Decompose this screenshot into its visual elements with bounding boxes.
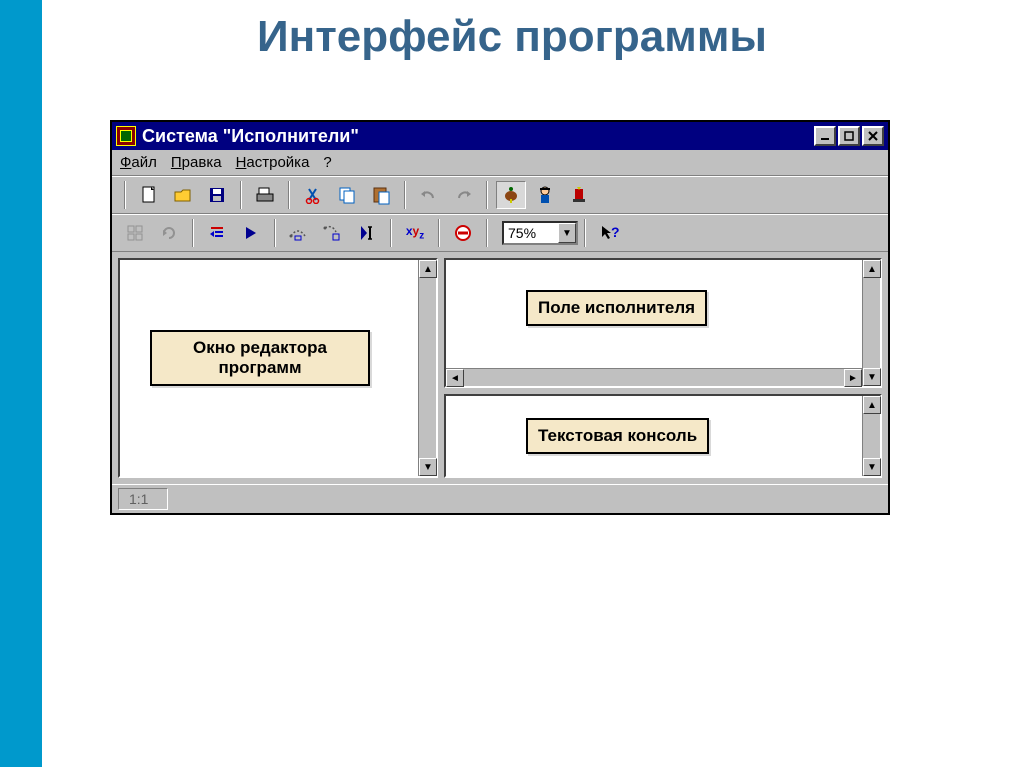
toolbar-separator [438,219,440,247]
robot-icon [535,185,555,205]
statusbar: 1:1 [112,484,888,513]
runto-cursor-button[interactable] [352,219,382,247]
toolbar-2: xyz ▼ ? [112,214,888,252]
menu-edit[interactable]: Правка [171,154,222,171]
stepover-button[interactable] [284,219,314,247]
toolbar-separator [390,219,392,247]
redo-icon [453,188,473,202]
scroll-up-button[interactable]: ▲ [419,260,437,278]
cut-button[interactable] [298,181,328,209]
save-icon [208,186,226,204]
save-button[interactable] [202,181,232,209]
executor-drafter-button[interactable] [564,181,594,209]
slide-accent [0,0,42,767]
field-vscrollbar[interactable]: ▲ ▼ [862,260,880,386]
console-pane[interactable]: ▲ ▼ Текстовая консоль [444,394,882,478]
paste-icon [371,185,391,205]
copy-button[interactable] [332,181,362,209]
help-pointer-button[interactable]: ? [594,219,624,247]
menu-file[interactable]: Файл [120,154,157,171]
window-title: Система "Исполнители" [142,126,359,147]
stepover-icon [288,224,310,242]
titlebar: Система "Исполнители" [112,122,888,150]
open-button[interactable] [168,181,198,209]
field-hscrollbar[interactable]: ◄ ► [446,368,862,386]
menu-setup[interactable]: Настройка [236,154,310,171]
toolbar-1 [112,176,888,214]
grid-button[interactable] [120,219,150,247]
new-icon [140,185,158,205]
svg-text:?: ? [611,224,619,240]
toolbar-separator [584,219,586,247]
refresh-icon [160,224,178,242]
scroll-up-button[interactable]: ▲ [863,396,881,414]
scroll-left-button[interactable]: ◄ [446,369,464,387]
app-icon [116,126,136,146]
scroll-down-button[interactable]: ▼ [419,458,437,476]
print-button[interactable] [250,181,280,209]
scroll-up-button[interactable]: ▲ [863,260,881,278]
cut-icon [304,186,322,204]
slide-title: Интерфейс программы [0,12,1024,62]
console-callout: Текстовая консоль [526,418,709,454]
editor-vscrollbar[interactable]: ▲ ▼ [418,260,436,476]
console-vscrollbar[interactable]: ▲ ▼ [862,396,880,476]
toolbar-separator [486,219,488,247]
scroll-down-button[interactable]: ▼ [863,368,881,386]
minimize-icon [820,131,830,141]
pointer-help-icon: ? [599,223,619,243]
editor-pane[interactable]: ▲ ▼ Окно редактора программ [118,258,438,478]
drafter-icon [569,185,589,205]
workspace: ▲ ▼ Окно редактора программ ▲ ▼ ◄ ► Поле… [112,252,888,484]
status-cursor-pos: 1:1 [118,488,168,510]
minimize-button[interactable] [814,126,836,146]
field-callout: Поле исполнителя [526,290,707,326]
toolbar-separator [124,181,126,209]
zoom-select[interactable]: ▼ [502,221,578,245]
indent-button[interactable] [202,219,232,247]
editor-callout: Окно редактора программ [150,330,370,386]
stop-icon [454,224,472,242]
zoom-dropdown-button[interactable]: ▼ [558,223,576,243]
turtle-icon [501,185,521,205]
menubar: Файл Правка Настройка ? [112,150,888,176]
undo-icon [419,188,439,202]
variables-button[interactable]: xyz [400,219,430,247]
copy-icon [337,185,357,205]
toolbar-separator [288,181,290,209]
executor-turtle-button[interactable] [496,181,526,209]
app-window: Система "Исполнители" Файл Правка Настро… [110,120,890,515]
toolbar-separator [486,181,488,209]
scroll-right-button[interactable]: ► [844,369,862,387]
stop-button[interactable] [448,219,478,247]
toolbar-separator [192,219,194,247]
close-icon [868,131,878,141]
grid-icon [126,224,144,242]
executor-robot-button[interactable] [530,181,560,209]
xyz-icon: xyz [406,224,424,241]
scroll-down-button[interactable]: ▼ [863,458,881,476]
toolbar-separator [274,219,276,247]
paste-button[interactable] [366,181,396,209]
maximize-icon [844,131,854,141]
print-icon [255,186,275,204]
indent-icon [208,224,226,242]
run-icon [244,225,258,241]
run-button[interactable] [236,219,266,247]
toolbar-separator [240,181,242,209]
undo-button[interactable] [414,181,444,209]
new-button[interactable] [134,181,164,209]
field-pane[interactable]: ▲ ▼ ◄ ► Поле исполнителя [444,258,882,388]
redo-button[interactable] [448,181,478,209]
zoom-input[interactable] [504,223,558,243]
close-button[interactable] [862,126,884,146]
stepinto-icon [322,224,344,242]
menu-help[interactable]: ? [323,154,331,171]
stepinto-button[interactable] [318,219,348,247]
maximize-button[interactable] [838,126,860,146]
cursor-icon [358,224,376,242]
open-icon [173,186,193,204]
toolbar-separator [404,181,406,209]
refresh-button[interactable] [154,219,184,247]
